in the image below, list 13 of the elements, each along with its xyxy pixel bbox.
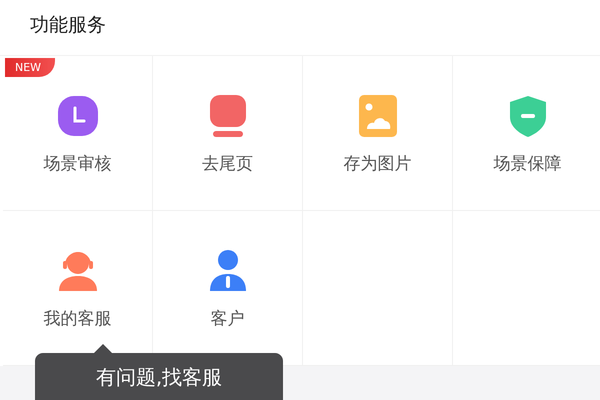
image-icon — [356, 95, 398, 137]
service-label[interactable]: 我的客服 — [44, 307, 112, 330]
service-label[interactable]: 客户 — [210, 307, 244, 330]
service-label[interactable]: 去尾页 — [202, 152, 253, 175]
tooltip: 有问题,找客服 — [35, 344, 283, 400]
clock-icon — [56, 95, 98, 137]
service-label[interactable]: 存为图片 — [344, 152, 412, 175]
service-label[interactable]: 场景保障 — [494, 152, 562, 175]
new-badge: NEW — [5, 58, 56, 77]
tooltip-pointer-icon — [94, 344, 112, 353]
support-agent-icon — [56, 249, 98, 293]
service-label[interactable]: 场景审核 — [44, 152, 112, 175]
section-title: 功能服务 — [30, 13, 106, 38]
